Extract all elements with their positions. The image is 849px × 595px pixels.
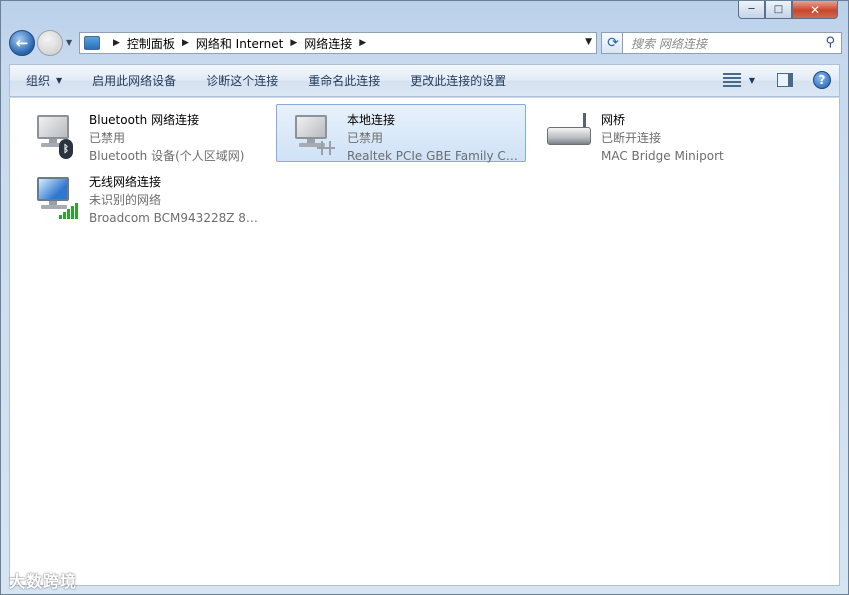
organize-menu[interactable]: 组织 ▼ — [10, 65, 77, 96]
chevron-down-icon: ▼ — [56, 76, 63, 85]
forward-button[interactable]: → — [37, 30, 63, 56]
connection-item-bluetooth[interactable]: ᛒ Bluetooth 网络连接 已禁用 Bluetooth 设备(个人区域网) — [18, 104, 268, 163]
window: ─ □ ✕ ← → ▼ ▶ 控制面板 ▶ 网络和 Internet ▶ 网络连接… — [0, 0, 849, 595]
breadcrumb-network-connections[interactable]: 网络连接 — [304, 35, 352, 52]
change-settings-button[interactable]: 更改此连接的设置 — [395, 65, 521, 96]
connection-name: 本地连接 — [347, 113, 396, 127]
view-controls: ▼ ? — [722, 71, 831, 89]
organize-label: 组织 — [26, 74, 51, 88]
diagnose-button[interactable]: 诊断这个连接 — [191, 65, 293, 96]
search-input[interactable]: 搜索 网络连接 ⚲ — [622, 32, 842, 54]
lan-icon — [291, 111, 341, 161]
preview-pane-icon[interactable] — [777, 73, 793, 87]
view-options-icon[interactable] — [722, 72, 741, 88]
signal-strength-icon — [59, 201, 81, 219]
connection-device: Broadcom BCM943228Z 802.1... — [89, 211, 263, 225]
recent-pages-dropdown[interactable]: ▼ — [66, 38, 72, 47]
navigation-bar: ← → ▼ ▶ 控制面板 ▶ 网络和 Internet ▶ 网络连接 ▶ ▼ ⟳… — [9, 29, 842, 59]
bluetooth-network-icon: ᛒ — [33, 111, 83, 161]
watermark: 大数跨境 — [9, 572, 78, 591]
bridge-icon — [545, 111, 595, 161]
connection-status: 已禁用 — [89, 131, 126, 145]
connection-name: 无线网络连接 — [89, 175, 162, 189]
maximize-button[interactable]: □ — [765, 1, 792, 19]
help-button[interactable]: ? — [813, 71, 831, 89]
connection-name: Bluetooth 网络连接 — [89, 113, 200, 127]
view-dropdown-icon[interactable]: ▼ — [749, 76, 755, 85]
connection-device: MAC Bridge Miniport — [601, 149, 724, 163]
address-bar[interactable]: ▶ 控制面板 ▶ 网络和 Internet ▶ 网络连接 ▶ ▼ — [79, 32, 597, 54]
breadcrumb-control-panel[interactable]: 控制面板 — [127, 35, 175, 52]
enable-device-button[interactable]: 启用此网络设备 — [77, 65, 191, 96]
close-button[interactable]: ✕ — [792, 1, 838, 19]
command-bar: 组织 ▼ 启用此网络设备 诊断这个连接 重命名此连接 更改此连接的设置 ▼ ? — [9, 64, 840, 97]
connection-device: Realtek PCIe GBE Family Contr... — [347, 149, 521, 163]
breadcrumb-network-internet[interactable]: 网络和 Internet — [196, 35, 283, 52]
connection-status: 已断开连接 — [601, 131, 662, 145]
connection-item-wireless[interactable]: 无线网络连接 未识别的网络 Broadcom BCM943228Z 802.1.… — [18, 166, 268, 225]
breadcrumb-separator-icon[interactable]: ▶ — [359, 38, 366, 48]
caption-buttons: ─ □ ✕ — [738, 1, 838, 19]
connection-device: Bluetooth 设备(个人区域网) — [89, 149, 245, 163]
connections-list: ᛒ Bluetooth 网络连接 已禁用 Bluetooth 设备(个人区域网)… — [9, 98, 840, 586]
back-button[interactable]: ← — [9, 30, 35, 56]
breadcrumb-separator-icon[interactable]: ▶ — [290, 38, 297, 48]
connection-status: 已禁用 — [347, 131, 384, 145]
breadcrumb-separator-icon[interactable]: ▶ — [113, 38, 120, 48]
connection-item-bridge[interactable]: 网桥 已断开连接 MAC Bridge Miniport — [530, 104, 780, 163]
search-icon[interactable]: ⚲ — [825, 35, 835, 50]
title-bar: ─ □ ✕ — [1, 1, 848, 25]
rename-button[interactable]: 重命名此连接 — [293, 65, 395, 96]
connection-name: 网桥 — [601, 113, 626, 127]
connection-item-local[interactable]: 本地连接 已禁用 Realtek PCIe GBE Family Contr..… — [276, 104, 526, 163]
wireless-icon — [33, 173, 83, 223]
address-dropdown-icon[interactable]: ▼ — [585, 37, 592, 47]
breadcrumb-separator-icon[interactable]: ▶ — [182, 38, 189, 48]
search-placeholder: 搜索 网络连接 — [631, 36, 707, 51]
refresh-icon: ⟳ — [607, 35, 619, 51]
minimize-button[interactable]: ─ — [738, 1, 765, 19]
control-panel-icon — [84, 36, 100, 50]
connection-status: 未识别的网络 — [89, 193, 162, 207]
